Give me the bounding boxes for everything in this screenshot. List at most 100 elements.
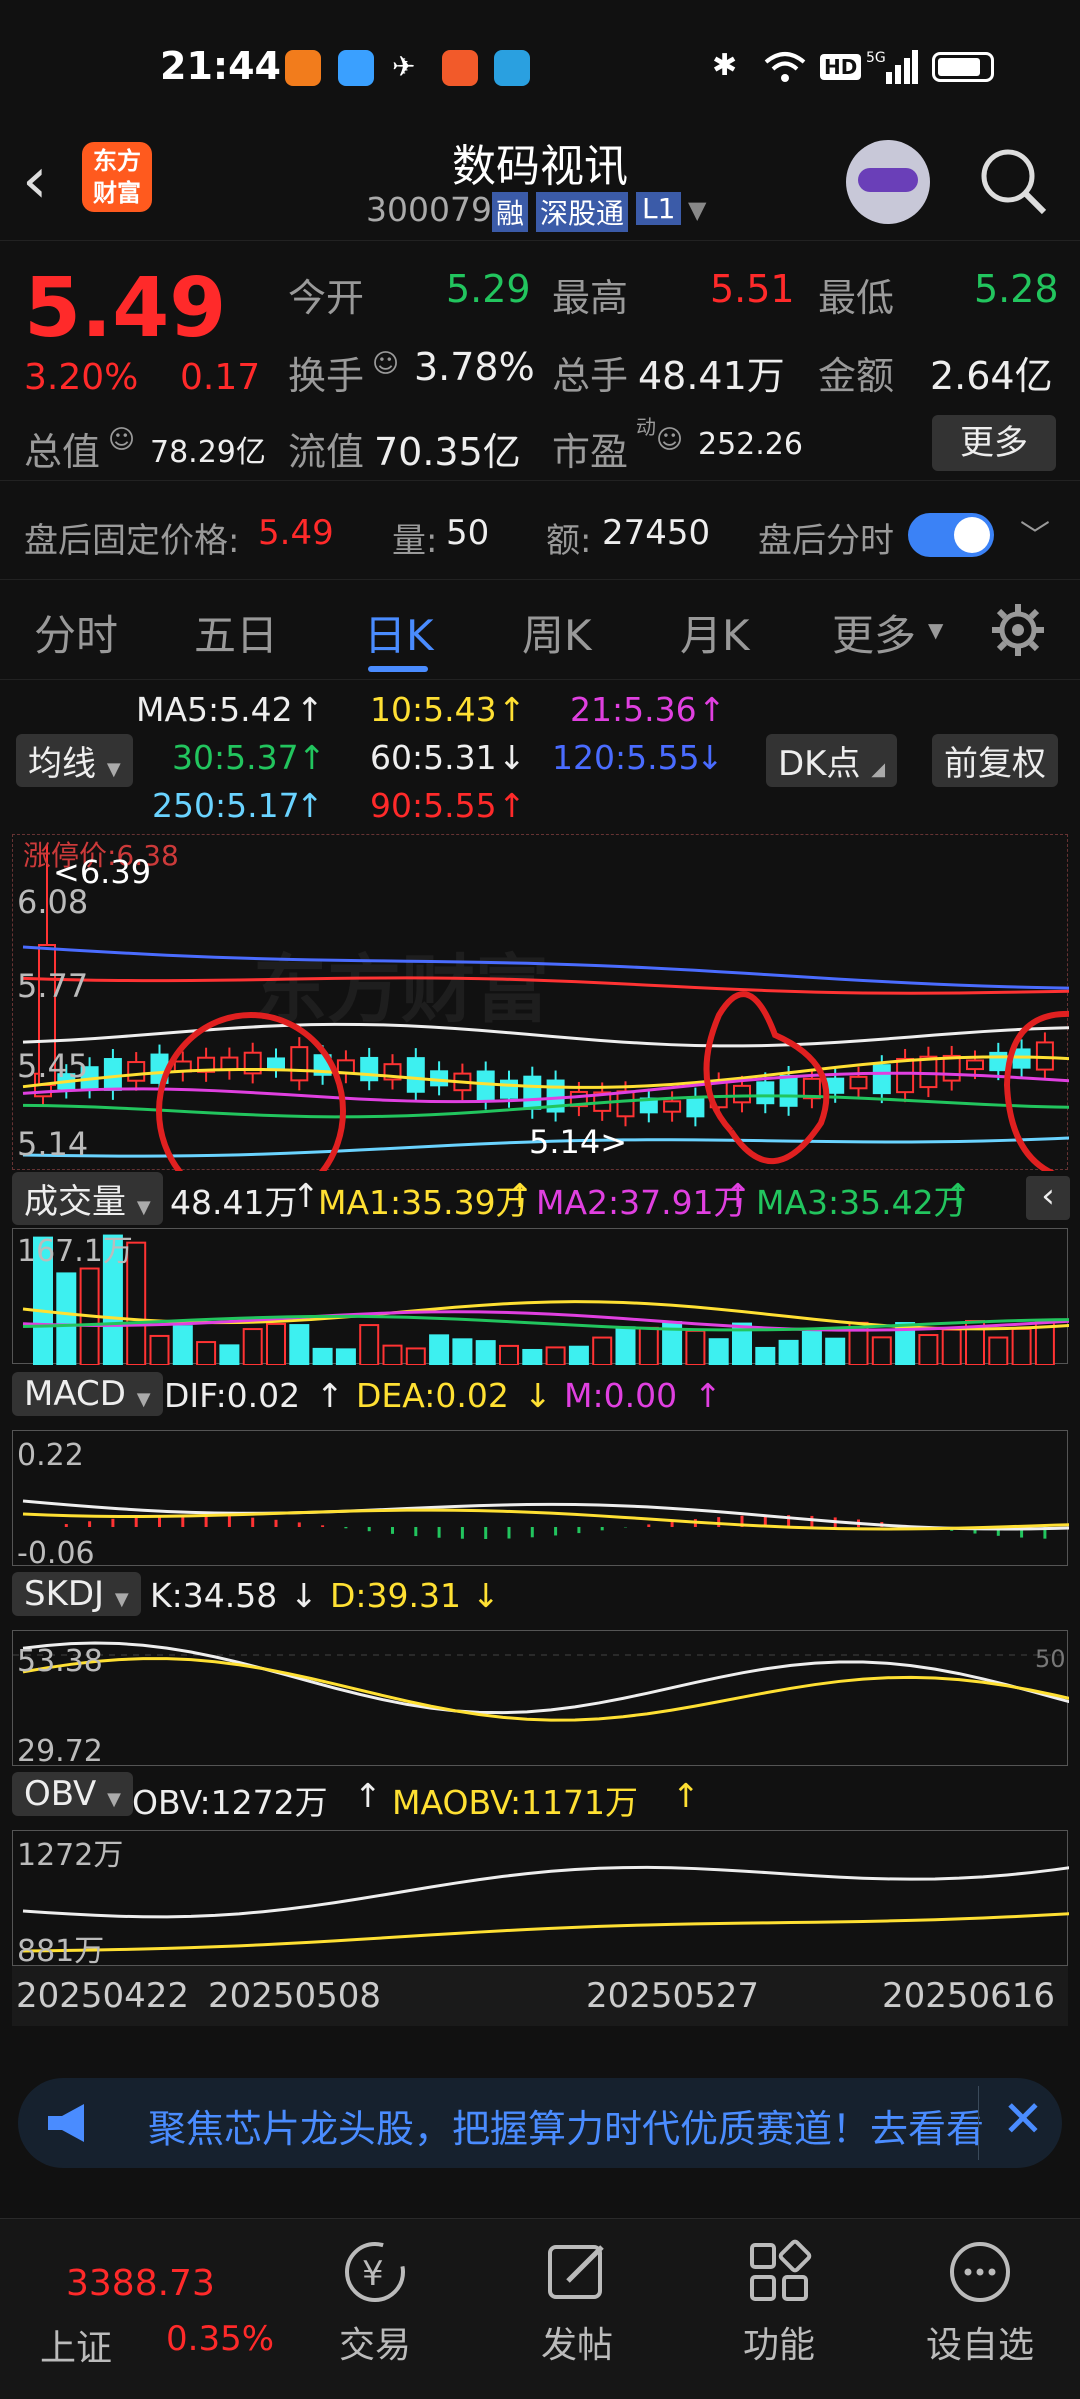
nav-add-watchlist-label: 设自选 [925, 2325, 1034, 2366]
more-circle-icon [950, 2242, 1010, 2302]
skdj-selector[interactable]: SKDJ ▼ [12, 1572, 141, 1616]
candle-body [896, 1057, 915, 1094]
date-axis: 20250422 20250508 20250527 20250616 [12, 1966, 1068, 2026]
ma90-arrow: ↑ [498, 786, 526, 825]
nav-functions-label: 功能 [742, 2325, 815, 2366]
obv-chart[interactable]: 1272万 881万 [12, 1830, 1069, 1967]
ma5-value: MA5:5.42 [136, 690, 293, 729]
volume-bar [149, 1334, 170, 1365]
y-label: 1272万 [17, 1838, 123, 1873]
y-label: 0.22 [17, 1438, 84, 1473]
tab-five-day[interactable]: 五日 [194, 602, 278, 663]
volume-bar [196, 1341, 217, 1365]
volume-bar [172, 1325, 193, 1365]
macd-chart[interactable]: 0.22 -0.06 [12, 1430, 1069, 1567]
nav-add-watchlist[interactable]: 设自选 [920, 2237, 1040, 2368]
high-value: 5.51 [710, 267, 795, 311]
index-value[interactable]: 3388.73 [66, 2263, 215, 2304]
volume-bar [825, 1337, 846, 1365]
volume-bar [312, 1347, 333, 1365]
last-price: 5.49 [24, 261, 227, 356]
nav-trade-label: 交易 [338, 2325, 411, 2366]
nav-trade[interactable]: ¥ 交易 [330, 2237, 420, 2368]
volume-bar [685, 1329, 706, 1365]
caret-down-icon: ▼ [107, 1789, 121, 1810]
search-icon[interactable] [978, 146, 1048, 216]
info-icon[interactable]: ☺ [656, 425, 683, 455]
obv-arrow: ↑ [354, 1776, 382, 1815]
index-change[interactable]: 0.35% [166, 2319, 274, 2359]
nav-post[interactable]: 发帖 [532, 2237, 622, 2368]
after-price-value: 5.49 [258, 513, 334, 553]
y-label: 6.08 [17, 883, 88, 921]
game-app-icon [442, 50, 478, 86]
kline-chart[interactable]: 东方财富 涨停价:6.38 <6.39 5.14> 6.08 5.77 5.45… [12, 834, 1069, 1171]
ma-selector[interactable]: 均线 ▼ [16, 734, 133, 787]
close-icon[interactable]: ✕ [1002, 2090, 1044, 2148]
collapse-panel-button[interactable]: ‹ [1026, 1176, 1070, 1220]
volume-bar [918, 1334, 939, 1365]
ma30-value: 30:5.37 [172, 738, 299, 777]
obv-selector[interactable]: OBV ▼ [12, 1772, 133, 1816]
open-label: 今开 [288, 276, 365, 320]
after-hours-toggle[interactable] [908, 513, 994, 557]
macd-dif-arrow: ↑ [316, 1376, 344, 1415]
chevron-down-icon[interactable]: ▼ [688, 196, 706, 224]
turnover-label: 换手 [288, 354, 365, 398]
volume-bar [988, 1336, 1009, 1365]
tab-intraday[interactable]: 分时 [34, 602, 118, 663]
connect-badge: 深股通 [536, 192, 629, 232]
y-label: -0.06 [17, 1536, 95, 1567]
volume-bar [335, 1348, 356, 1365]
dk-point-button[interactable]: DK点 ◢ [766, 734, 898, 787]
vol-ma3: MA3:35.42万 [756, 1183, 967, 1222]
grid-apps-icon [750, 2239, 812, 2301]
total-mv-value: 78.29亿 [150, 435, 266, 470]
candle-body [919, 1055, 938, 1089]
volume-bar [289, 1324, 310, 1365]
volume-bar [941, 1328, 962, 1365]
ma-selector-label: 均线 [28, 744, 96, 784]
chevron-down-icon[interactable]: ﹀ [1020, 511, 1050, 555]
robot-assistant-icon[interactable] [846, 140, 930, 224]
ma30-arrow: ↑ [298, 738, 326, 777]
volume-bar [568, 1345, 589, 1365]
volume-bar [382, 1344, 403, 1365]
macd-m: M:0.00 [564, 1376, 678, 1415]
volume-chart[interactable]: 167.1万 [12, 1228, 1069, 1365]
high-label: 最高 [552, 276, 629, 320]
tab-daily-k[interactable]: 日K [364, 602, 434, 663]
nav-functions[interactable]: 功能 [734, 2237, 824, 2368]
ma60-value: 60:5.31 [370, 738, 497, 777]
more-button[interactable]: 更多 [932, 415, 1056, 471]
candle-body [733, 1084, 751, 1104]
amount-label: 金额 [818, 354, 895, 398]
info-icon[interactable]: ☺ [372, 349, 399, 379]
macd-selector[interactable]: MACD ▼ [12, 1372, 163, 1416]
info-icon[interactable]: ☺ [108, 425, 135, 455]
date-label: 20250508 [208, 1976, 382, 2016]
volume-bar [359, 1324, 380, 1365]
volume-selector[interactable]: 成交量 ▼ [12, 1172, 163, 1225]
volume-bar [708, 1338, 729, 1365]
ma90-value: 90:5.55 [370, 786, 497, 825]
banner-text[interactable]: 聚焦芯片龙头股，把握算力时代优质赛道！去看看 [148, 2098, 988, 2153]
skdj-selector-label: SKDJ [24, 1574, 105, 1614]
tab-weekly-k[interactable]: 周K [522, 602, 592, 663]
skdj-chart[interactable]: 53.38 29.72 50 [12, 1630, 1069, 1767]
index-name[interactable]: 上证 [40, 2319, 112, 2371]
tab-monthly-k[interactable]: 月K [680, 602, 750, 663]
promo-banner[interactable]: 聚焦芯片龙头股，把握算力时代优质赛道！去看看 ✕ [18, 2078, 1062, 2168]
tab-more[interactable]: 更多 [832, 602, 916, 663]
min-price-label: 5.14> [529, 1123, 627, 1161]
bottom-nav: 3388.73 上证 0.35% ¥ 交易 发帖 功能 设自选 [0, 2218, 1080, 2399]
gear-icon[interactable] [988, 600, 1048, 660]
candle-body [103, 1058, 122, 1091]
adjust-button[interactable]: 前复权 [932, 734, 1058, 787]
volume-bar [1034, 1321, 1055, 1365]
volume-value: 48.41万 [638, 354, 785, 398]
macd-dea: DEA:0.02 [356, 1376, 509, 1415]
change-amount: 0.17 [180, 357, 261, 398]
volume-bar [871, 1336, 892, 1365]
ma120-arrow: ↓ [696, 738, 724, 777]
